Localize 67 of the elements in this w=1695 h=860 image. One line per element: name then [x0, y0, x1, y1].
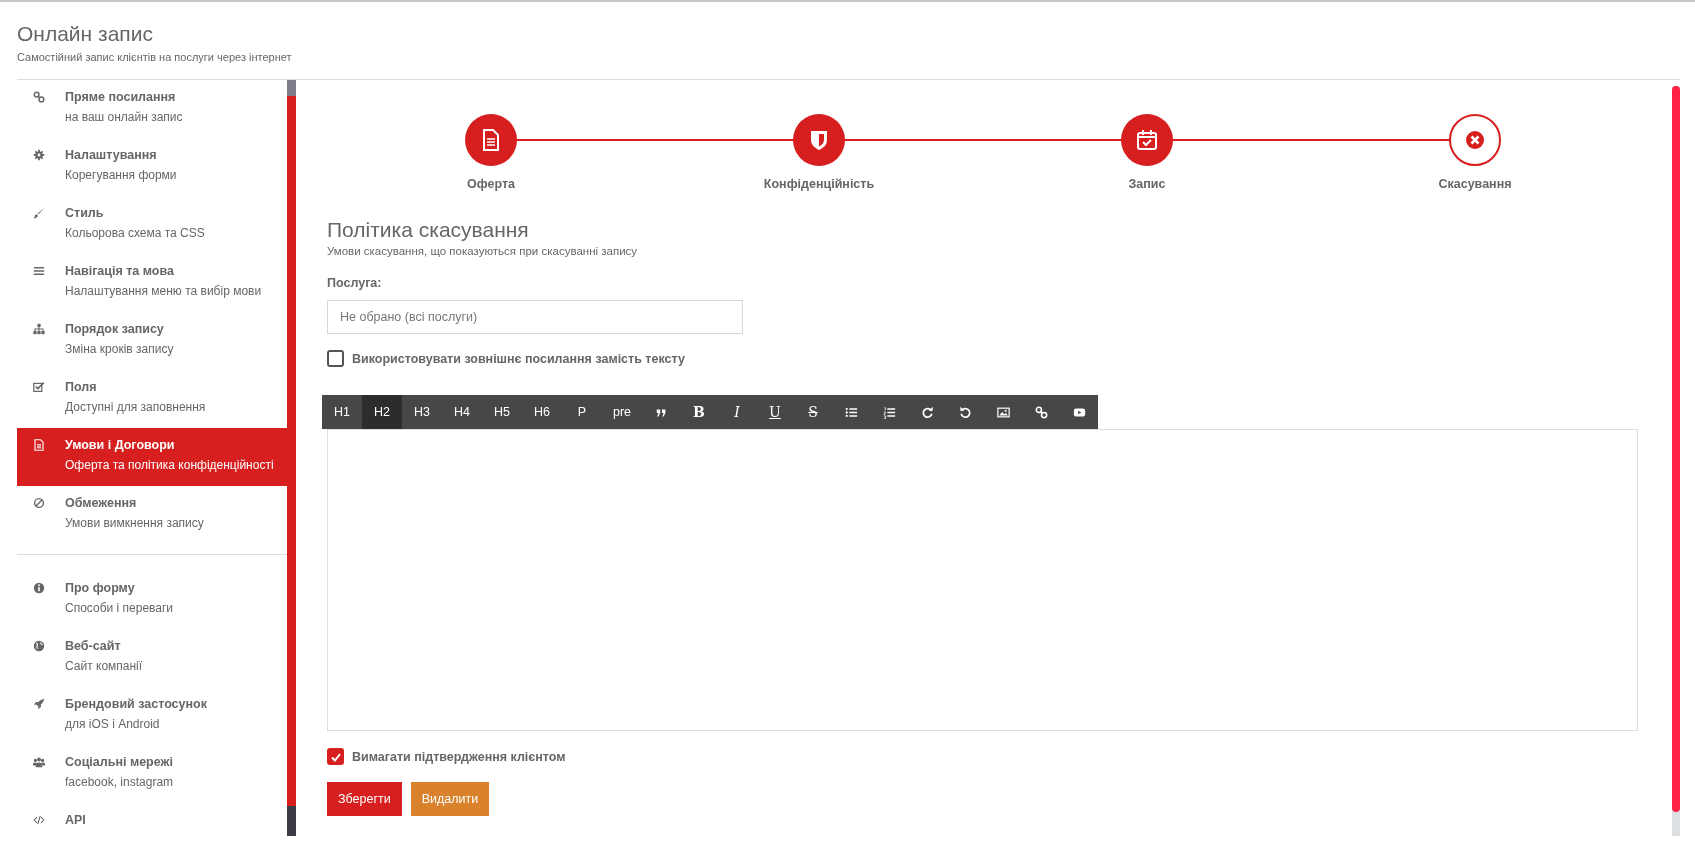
sitemap-icon [33, 323, 45, 335]
toolbar-button[interactable]: U [756, 395, 794, 429]
code-icon [33, 814, 45, 826]
sidebar-item[interactable]: Стиль Кольорова схема та CSS [17, 196, 287, 254]
toolbar-button[interactable]: I [718, 395, 756, 429]
sidebar-item[interactable]: Умови і Договори Оферта та політика конфіденційності [17, 428, 287, 486]
toolbar-button[interactable]: P [562, 395, 602, 429]
ban-icon [33, 497, 45, 509]
menu-icon [33, 265, 45, 277]
toolbar-button[interactable]: S [794, 395, 832, 429]
checkbox[interactable] [327, 350, 344, 367]
sidebar-item[interactable]: Пряме посилання на ваш онлайн запис [17, 80, 287, 138]
sidebar-item[interactable]: Обмеження Умови вимкнення запису [17, 486, 287, 544]
step-circle[interactable] [465, 114, 517, 166]
toolbar-button[interactable]: H3 [402, 395, 442, 429]
calendar-check-icon [1135, 128, 1159, 152]
sidebar-item[interactable]: Поля Доступні для заповнення [17, 370, 287, 428]
sidebar-item[interactable]: Порядок запису Зміна кроків запису [17, 312, 287, 370]
checkbox-label: Використовувати зовнішнє посилання замість тексту [352, 351, 685, 366]
step-circle[interactable] [1449, 114, 1501, 166]
redo-icon [920, 405, 934, 419]
sidebar-item[interactable]: API [17, 803, 287, 836]
toolbar-button[interactable]: H2 [362, 395, 402, 429]
page-title: Онлайн запис [17, 21, 153, 47]
step-label: Оферта [467, 177, 515, 191]
scrollbar[interactable] [1672, 86, 1680, 836]
cancel-icon [1463, 128, 1487, 152]
image-icon [996, 405, 1010, 419]
step-circle[interactable] [793, 114, 845, 166]
info-icon [33, 582, 45, 594]
undo-icon [958, 405, 972, 419]
document-icon [33, 439, 45, 451]
step-label: Конфіденційність [763, 177, 875, 191]
service-select[interactable]: Не обрано (всі послуги) [327, 300, 743, 334]
bulleted-list-icon [844, 405, 858, 419]
toolbar-button[interactable]: H5 [482, 395, 522, 429]
toolbar-button[interactable]: H6 [522, 395, 562, 429]
sidebar-item[interactable]: Соціальні мережі facebook, instagram [17, 745, 287, 803]
brush-icon [33, 207, 45, 219]
step-label: Запис [1128, 177, 1166, 191]
sidebar-item[interactable]: Веб-сайт Сайт компанії [17, 629, 287, 687]
step-circle[interactable] [1121, 114, 1173, 166]
toolbar-button[interactable]: B [680, 395, 718, 429]
page-subtitle: Самостійний запис клієнтів на послуги через інтернет [17, 51, 292, 63]
section-description: Умови скасування, що показуються при скасуванні запису [327, 245, 638, 257]
save-button[interactable]: Зберегти [327, 782, 402, 816]
toolbar-button[interactable]: H1 [322, 395, 362, 429]
sidebar-item[interactable]: Брендовий застосунок для iOS і Android [17, 687, 287, 745]
sidebar-item[interactable]: Навігація та мова Налаштування меню та вибір мови [17, 254, 287, 312]
numbered-list-icon [882, 405, 896, 419]
rocket-icon [33, 698, 45, 710]
users-icon [33, 756, 45, 768]
sidebar-scrollbar[interactable] [287, 80, 296, 836]
field-label: Послуга: [327, 276, 382, 290]
checkbox[interactable] [327, 748, 344, 765]
link-icon [1034, 405, 1048, 419]
globe-icon [33, 640, 45, 652]
checkbox-icon [33, 381, 45, 393]
toolbar-button[interactable]: H4 [442, 395, 482, 429]
step-label: Скасування [1438, 177, 1512, 191]
checkbox-label: Вимагати підтвердження клієнтом [352, 749, 566, 764]
link-icon [33, 91, 45, 103]
sidebar-item[interactable]: Налаштування Корегування форми [17, 138, 287, 196]
toolbar-button[interactable]: pre [602, 395, 642, 429]
sidebar-item[interactable]: Про форму Способи і переваги [17, 571, 287, 629]
section-title: Політика скасування [327, 217, 529, 243]
settings-icon [33, 149, 45, 161]
